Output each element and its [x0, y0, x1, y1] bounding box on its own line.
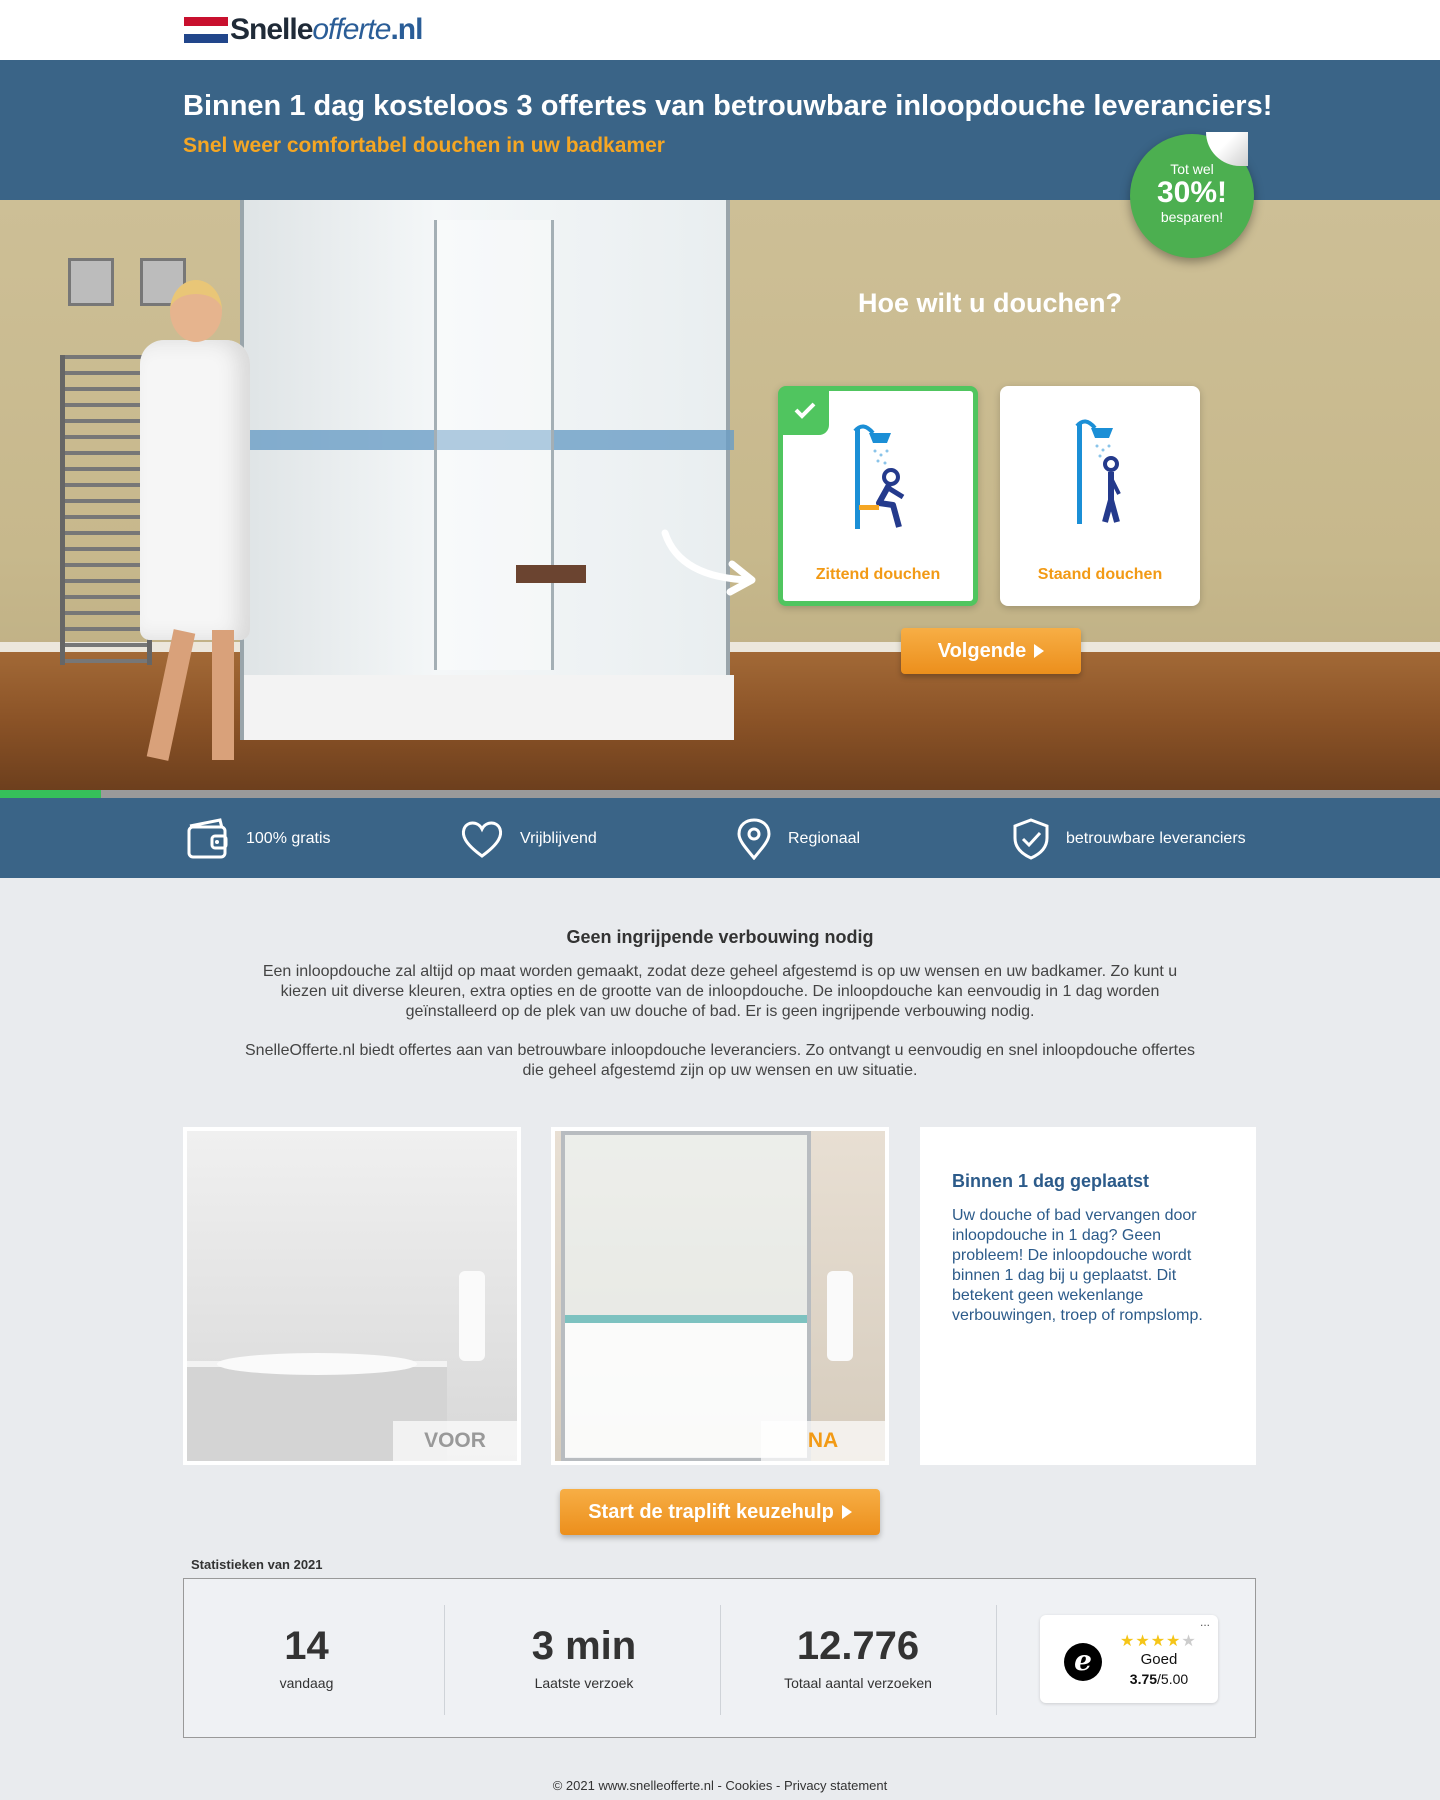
footer: © 2021 www.snelleofferte.nl - Cookies - …: [552, 1778, 888, 1793]
hero-section: Hoe wilt u douchen? Zittend douchen Staa…: [0, 200, 1440, 790]
usp-label: betrouwbare leveranciers: [1066, 830, 1246, 847]
rating-score: 3.75/5.00: [1114, 1671, 1204, 1687]
privacy-link[interactable]: Privacy statement: [784, 1778, 887, 1793]
before-tag: VOOR: [393, 1421, 517, 1461]
logo-text-part3: .nl: [390, 13, 423, 46]
seated-shower-icon: [853, 424, 905, 529]
trusted-shops-logo-icon: e: [1064, 1643, 1102, 1681]
next-button-label: Volgende: [937, 639, 1027, 662]
page-subtitle: Snel weer comfortabel douchen in uw badk…: [183, 134, 665, 157]
stats-panel: 14 vandaag 3 min Laatste verzoek 12.776 …: [183, 1578, 1256, 1738]
wall-frame-image: [68, 258, 114, 306]
stats-title: Statistieken van 2021: [191, 1557, 323, 1572]
usp-label: Vrijblijvend: [520, 830, 597, 847]
stat-label: vandaag: [279, 1675, 334, 1691]
intro-paragraph: SnelleOfferte.nl biedt offertes aan van …: [245, 1042, 1195, 1079]
rating-score-value: 3.75: [1129, 1671, 1158, 1687]
usp-bar: 100% gratis Vrijblijvend Regionaal betro…: [0, 798, 1440, 878]
trusted-shops-widget[interactable]: ... e ★★★★★ Goed 3.75/5.00: [1040, 1615, 1218, 1703]
before-photo: VOOR: [183, 1127, 521, 1465]
badge-line2: 30%!: [1156, 176, 1228, 209]
after-tag: NA: [761, 1421, 885, 1461]
stat-label: Totaal aantal verzoeken: [784, 1675, 932, 1691]
checkmark-icon: [781, 389, 829, 435]
badge-line3: besparen!: [1160, 209, 1224, 225]
usp-item: Vrijblijvend: [460, 818, 597, 860]
quiz-question: Hoe wilt u douchen?: [858, 288, 1122, 318]
play-arrow-icon: [1034, 644, 1045, 658]
top-bar: Snelleofferte.nl: [0, 0, 1440, 60]
footer-copyright: © 2021 www.snelleofferte.nl: [552, 1778, 714, 1793]
standing-shower-icon: [1075, 419, 1121, 524]
rating-grade: Goed: [1140, 1651, 1178, 1668]
shield-check-icon: [1013, 818, 1049, 860]
quiz-progress-fill: [0, 790, 101, 798]
usp-label: Regionaal: [788, 830, 861, 847]
intro-paragraph: Een inloopdouche zal altijd op maat word…: [262, 963, 1178, 1020]
cookies-link[interactable]: Cookies: [725, 1778, 772, 1793]
stat-today: 14 vandaag: [184, 1579, 429, 1739]
usp-item: 100% gratis: [186, 818, 331, 860]
logo-text-part1: Snelle: [230, 13, 313, 46]
woman-in-bathrobe-image: [120, 280, 270, 780]
option-label: Zittend douchen: [815, 566, 941, 583]
shower-cabin-image: [240, 200, 734, 740]
next-button[interactable]: Volgende: [901, 628, 1081, 674]
page-title: Binnen 1 dag kosteloos 3 offertes van be…: [183, 90, 1273, 122]
stat-last-request: 3 min Laatste verzoek: [446, 1579, 722, 1739]
info-box-title: Binnen 1 dag geplaatst: [952, 1171, 1150, 1191]
widget-menu-icon[interactable]: ...: [1200, 1615, 1210, 1629]
stat-total-requests: 12.776 Totaal aantal verzoeken: [722, 1579, 994, 1739]
stat-label: Laatste verzoek: [534, 1675, 634, 1691]
start-button-label: Start de traplift keuzehulp: [588, 1500, 834, 1523]
start-keuzehulp-button[interactable]: Start de traplift keuzehulp: [560, 1489, 880, 1535]
usp-item: betrouwbare leveranciers: [1012, 818, 1246, 860]
savings-badge: Tot wel 30%! besparen!: [1130, 132, 1254, 258]
stat-value: 12.776: [796, 1624, 920, 1668]
logo-text-part2: offerte: [312, 13, 391, 46]
heart-icon: [461, 821, 503, 858]
play-arrow-icon: [841, 1505, 852, 1519]
stat-value: 14: [284, 1624, 329, 1668]
location-pin-icon: [737, 818, 771, 860]
info-box-text: Uw douche of bad vervangen door inloopdo…: [952, 1207, 1203, 1324]
after-photo: NA: [551, 1127, 889, 1465]
intro-heading: Geen ingrijpende verbouwing nodig: [566, 927, 874, 947]
option-standing-shower[interactable]: Staand douchen: [1000, 386, 1200, 606]
rating-score-max: /5.00: [1157, 1671, 1189, 1687]
quiz-progress-bar: [0, 790, 1440, 798]
dutch-flag-icon: [184, 17, 228, 44]
stat-value: 3 min: [531, 1624, 637, 1668]
site-logo[interactable]: Snelleofferte.nl: [184, 13, 423, 46]
usp-item: Regionaal: [736, 818, 860, 860]
option-seated-shower[interactable]: Zittend douchen: [778, 386, 978, 606]
option-label: Staand douchen: [1037, 566, 1163, 583]
rating-stars: ★★★★★: [1120, 1633, 1197, 1650]
info-box: Binnen 1 dag geplaatst Uw douche of bad …: [920, 1127, 1256, 1465]
wallet-icon: [187, 818, 228, 859]
curved-arrow-icon: [661, 529, 756, 596]
usp-label: 100% gratis: [246, 830, 331, 847]
